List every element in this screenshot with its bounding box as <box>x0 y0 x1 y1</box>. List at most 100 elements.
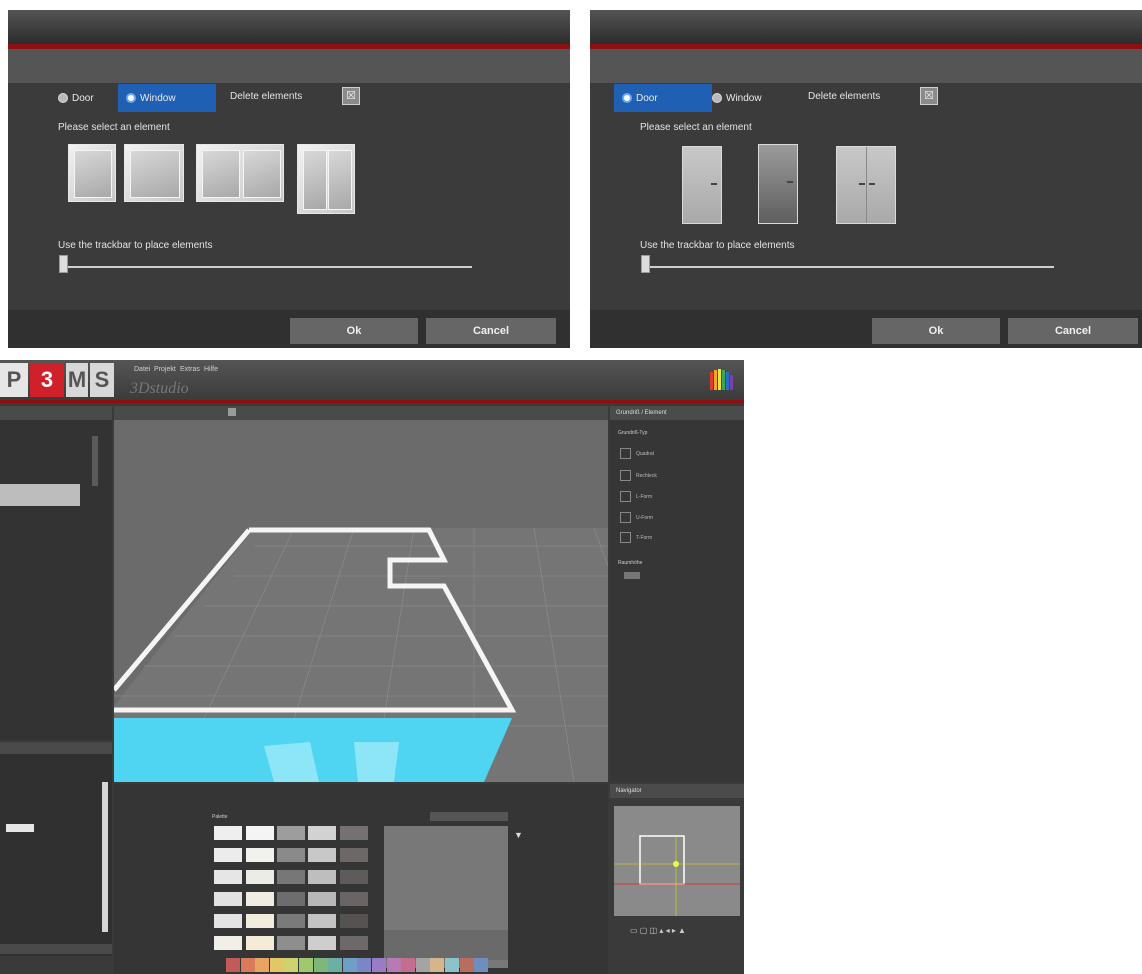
ok-button[interactable]: Ok <box>290 318 418 344</box>
color-strip-chip[interactable] <box>474 958 489 972</box>
u-shape-icon <box>620 512 631 523</box>
color-strip-chip[interactable] <box>255 958 270 972</box>
cancel-button[interactable]: Cancel <box>426 318 556 344</box>
color-strip-chip[interactable] <box>284 958 299 972</box>
color-swatch[interactable] <box>246 826 274 840</box>
floorplan-u-shape[interactable]: U-Form <box>620 512 653 523</box>
color-strip-chip[interactable] <box>342 958 357 972</box>
toolbar-button[interactable] <box>228 408 236 416</box>
color-strip-chip[interactable] <box>386 958 401 972</box>
color-swatch[interactable] <box>214 892 242 906</box>
color-swatch[interactable] <box>277 936 305 950</box>
floorplan-l-shape[interactable]: L-Form <box>620 491 652 502</box>
color-strip-chip[interactable] <box>372 958 386 972</box>
color-swatch[interactable] <box>214 848 242 862</box>
trackbar[interactable] <box>646 266 1054 268</box>
door-element-single[interactable] <box>682 146 722 224</box>
color-swatch[interactable] <box>340 826 368 840</box>
color-strip-chip[interactable] <box>430 958 445 972</box>
color-swatch[interactable] <box>277 892 305 906</box>
trackbar-thumb[interactable] <box>59 255 68 273</box>
color-swatch[interactable] <box>340 936 368 950</box>
color-swatch[interactable] <box>214 914 242 928</box>
color-swatch[interactable] <box>277 826 305 840</box>
cancel-button[interactable]: Cancel <box>1008 318 1138 344</box>
color-swatch[interactable] <box>308 826 336 840</box>
color-strip-chip[interactable] <box>415 958 430 972</box>
color-strip-chip[interactable] <box>269 958 284 972</box>
logo-letter-s: S <box>90 363 114 397</box>
color-swatch[interactable] <box>308 914 336 928</box>
delete-elements-button[interactable]: ☒ <box>342 87 360 105</box>
color-strip-chip[interactable] <box>226 958 240 972</box>
color-search-input[interactable] <box>430 812 508 821</box>
color-swatch[interactable] <box>308 848 336 862</box>
window-element-double[interactable] <box>196 144 284 202</box>
list-scrollbar[interactable] <box>92 436 98 486</box>
tree-item-selected[interactable] <box>6 824 34 832</box>
menu-extras[interactable]: Extras <box>180 366 200 373</box>
room-height-input[interactable] <box>624 572 640 579</box>
color-strip-chip[interactable] <box>445 958 459 972</box>
radio-window[interactable]: Window <box>704 84 770 112</box>
t-shape-icon <box>620 532 631 543</box>
color-swatch[interactable] <box>246 914 274 928</box>
color-swatch[interactable] <box>214 826 242 840</box>
floorplan-t-shape[interactable]: T-Form <box>620 532 652 543</box>
ok-button[interactable]: Ok <box>872 318 1000 344</box>
radio-window-label: Window <box>140 92 176 104</box>
tree-scrollbar[interactable] <box>102 782 108 932</box>
door-element-dark[interactable] <box>758 144 798 224</box>
3d-viewport[interactable] <box>114 406 608 782</box>
dialog-header-band <box>8 49 570 83</box>
color-swatch[interactable] <box>246 892 274 906</box>
color-swatch[interactable] <box>308 870 336 884</box>
color-swatch[interactable] <box>340 848 368 862</box>
color-strip-chip[interactable] <box>299 958 313 972</box>
trackbar-thumb[interactable] <box>641 255 650 273</box>
trackbar[interactable] <box>64 266 472 268</box>
color-swatch[interactable] <box>340 914 368 928</box>
color-swatch[interactable] <box>308 936 336 950</box>
color-swatch[interactable] <box>277 870 305 884</box>
room-wireframe <box>114 406 608 782</box>
color-strip-chip[interactable] <box>240 958 255 972</box>
color-strip-chip[interactable] <box>328 958 343 972</box>
color-swatch[interactable] <box>246 848 274 862</box>
color-strip-chip[interactable] <box>357 958 372 972</box>
color-swatch[interactable] <box>214 936 242 950</box>
delete-elements-label: Delete elements <box>230 91 303 102</box>
list-item-selected[interactable] <box>0 484 80 506</box>
color-strip-chip[interactable] <box>313 958 328 972</box>
color-swatch[interactable] <box>246 936 274 950</box>
delete-elements-button[interactable]: ☒ <box>920 87 938 105</box>
filter-icon[interactable]: ▼ <box>514 830 523 840</box>
color-swatch[interactable] <box>214 870 242 884</box>
radio-door[interactable]: Door <box>50 84 102 112</box>
color-strip-chip[interactable] <box>401 958 416 972</box>
floorplan-rectangle[interactable]: Rechteck <box>620 470 657 481</box>
color-swatch[interactable] <box>277 914 305 928</box>
radio-door[interactable]: Door <box>614 84 712 112</box>
trackbar-label: Use the trackbar to place elements <box>640 240 795 251</box>
floorplan-square[interactable]: Quadrat <box>620 448 654 459</box>
logo-letter-3: 3 <box>30 363 64 397</box>
color-swatch[interactable] <box>308 892 336 906</box>
menu-projekt[interactable]: Projekt <box>154 366 176 373</box>
window-element-tall-double[interactable] <box>297 144 355 214</box>
color-swatch[interactable] <box>340 870 368 884</box>
navigator-map[interactable] <box>614 806 740 916</box>
color-swatch[interactable] <box>340 892 368 906</box>
menu-datei[interactable]: Datei <box>134 366 150 373</box>
door-element-double[interactable] <box>836 146 896 224</box>
navigator-controls[interactable]: ▭ ▢ ◫ ▴ ◂ ▸ ▲ <box>630 926 686 935</box>
menu-hilfe[interactable]: Hilfe <box>204 366 218 373</box>
color-swatch[interactable] <box>277 848 305 862</box>
app-window: P 3 M S Datei Projekt Extras Hilfe 3Dstu… <box>0 360 744 974</box>
window-element-single[interactable] <box>68 144 116 202</box>
color-strip[interactable] <box>226 958 490 972</box>
radio-window[interactable]: Window <box>118 84 216 112</box>
color-swatch[interactable] <box>246 870 274 884</box>
window-element-wide[interactable] <box>124 144 184 202</box>
color-strip-chip[interactable] <box>459 958 474 972</box>
